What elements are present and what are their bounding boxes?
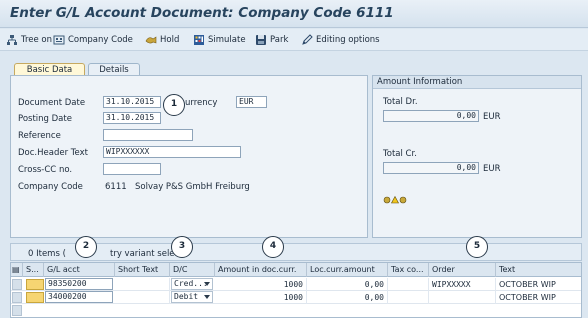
cross-cc-field[interactable]: [103, 163, 161, 175]
total-dr-label: Total Dr.: [383, 97, 418, 107]
col-loc-amount[interactable]: Loc.curr.amount: [307, 263, 388, 277]
tax-code-cell[interactable]: [388, 278, 429, 291]
gl-acct-field[interactable]: 98350200: [45, 278, 113, 290]
traffic-light-icon: [383, 195, 407, 204]
company-code-field-label: Company Code: [18, 182, 83, 192]
document-date-field[interactable]: 31.10.2015: [103, 96, 161, 108]
col-dc[interactable]: D/C: [170, 263, 215, 277]
row-selector[interactable]: [12, 292, 22, 303]
row-status-cell: [26, 279, 44, 290]
park-button[interactable]: Park: [255, 33, 288, 47]
company-code-value: 6111: [105, 182, 127, 192]
dc-value: Cred...: [174, 279, 208, 288]
col-order[interactable]: Order: [429, 263, 496, 277]
gl-acct-field[interactable]: 34000200: [45, 291, 113, 303]
callout-1: 1: [163, 94, 185, 116]
col-amount-doc[interactable]: Amount in doc.curr.: [215, 263, 307, 277]
title-bar: Enter G/L Account Document: Company Code…: [0, 0, 588, 28]
reference-label: Reference: [18, 131, 61, 141]
dc-value: Debit: [174, 292, 199, 301]
pencil-icon: [302, 34, 313, 45]
total-cr-label: Total Cr.: [383, 149, 417, 159]
posting-date-label: Posting Date: [18, 114, 72, 124]
line-items-table: ▤ S... G/L acct Short Text D/C Amount in…: [10, 262, 582, 318]
short-text-cell[interactable]: [115, 278, 170, 291]
hold-label: Hold: [160, 35, 180, 45]
amount-cell[interactable]: 1000: [215, 278, 307, 291]
col-status[interactable]: S...: [23, 263, 44, 277]
simulate-button[interactable]: Simulate: [193, 33, 246, 47]
editing-options-button[interactable]: Editing options: [301, 33, 380, 47]
callout-4: 4: [262, 236, 284, 258]
window-title: Enter G/L Account Document: Company Code…: [10, 5, 394, 21]
hold-icon: [145, 36, 157, 44]
total-cr-field: 0,00: [383, 162, 479, 174]
table-row-empty: [11, 304, 581, 317]
amount-information-title: Amount Information: [373, 76, 581, 89]
cross-cc-label: Cross-CC no.: [18, 165, 73, 175]
doc-header-text-field[interactable]: WIPXXXXXX: [103, 146, 241, 158]
company-code-icon: [53, 35, 65, 45]
total-dr-field: 0,00: [383, 110, 479, 122]
col-gl-acct[interactable]: G/L acct: [44, 263, 115, 277]
text-cell[interactable]: OCTOBER WIP: [496, 278, 581, 291]
callout-3: 3: [171, 236, 193, 258]
park-icon: [256, 35, 266, 45]
document-date-label: Document Date: [18, 98, 86, 108]
order-cell[interactable]: [429, 291, 496, 304]
col-tax-code[interactable]: Tax co...: [388, 263, 429, 277]
tree-on-label: Tree on: [21, 35, 52, 45]
items-count-text: 0 Items (: [28, 249, 66, 259]
dropdown-arrow-icon: [204, 282, 210, 286]
table-settings-icon[interactable]: ▤: [11, 263, 23, 277]
total-cr-currency: EUR: [483, 164, 501, 174]
hold-button[interactable]: Hold: [145, 33, 179, 47]
row-status-cell: [26, 292, 44, 303]
dropdown-arrow-icon: [204, 295, 210, 299]
amount-information-panel: Amount Information Total Dr. 0,00 EUR To…: [372, 75, 582, 238]
posting-date-field[interactable]: 31.10.2015: [103, 112, 161, 124]
document-header-panel: Document Date 31.10.2015 urrency EUR Pos…: [10, 75, 368, 238]
col-short-text[interactable]: Short Text: [115, 263, 170, 277]
table-row[interactable]: 98350200 Cred... 1000 0,00 WIPXXXXX OCTO…: [11, 278, 581, 291]
editing-options-label: Editing options: [316, 35, 380, 45]
total-dr-currency: EUR: [483, 112, 501, 122]
order-cell[interactable]: WIPXXXXX: [429, 278, 496, 291]
park-label: Park: [270, 35, 289, 45]
callout-5: 5: [466, 236, 488, 258]
simulate-label: Simulate: [208, 35, 246, 45]
table-row[interactable]: 34000200 Debit 1000 0,00 OCTOBER WIP: [11, 291, 581, 304]
company-code-button[interactable]: Company Code: [53, 33, 133, 47]
tree-on-button[interactable]: Tree on: [6, 33, 52, 47]
table-header-row: ▤ S... G/L acct Short Text D/C Amount in…: [11, 263, 581, 277]
reference-field[interactable]: [103, 129, 193, 141]
short-text-cell[interactable]: [115, 291, 170, 304]
doc-header-text-label: Doc.Header Text: [18, 148, 88, 158]
text-cell[interactable]: OCTOBER WIP: [496, 291, 581, 304]
amount-cell[interactable]: 1000: [215, 291, 307, 304]
company-code-label: Company Code: [68, 35, 133, 45]
row-selector[interactable]: [12, 305, 22, 316]
application-toolbar: Tree on Company Code Hold Simulate Park …: [0, 29, 588, 51]
currency-field[interactable]: EUR: [236, 96, 267, 108]
row-selector[interactable]: [12, 279, 22, 290]
currency-label: urrency: [185, 98, 218, 108]
dc-dropdown[interactable]: Cred...: [171, 278, 213, 290]
callout-2: 2: [75, 236, 97, 258]
simulate-icon: [194, 35, 204, 45]
dc-dropdown[interactable]: Debit: [171, 291, 213, 303]
tree-icon: [7, 35, 17, 45]
tax-code-cell[interactable]: [388, 291, 429, 304]
loc-amount-cell: 0,00: [307, 278, 388, 291]
loc-amount-cell: 0,00: [307, 291, 388, 304]
col-text[interactable]: Text: [496, 263, 581, 277]
company-name: Solvay P&S GmbH Freiburg: [135, 182, 250, 192]
